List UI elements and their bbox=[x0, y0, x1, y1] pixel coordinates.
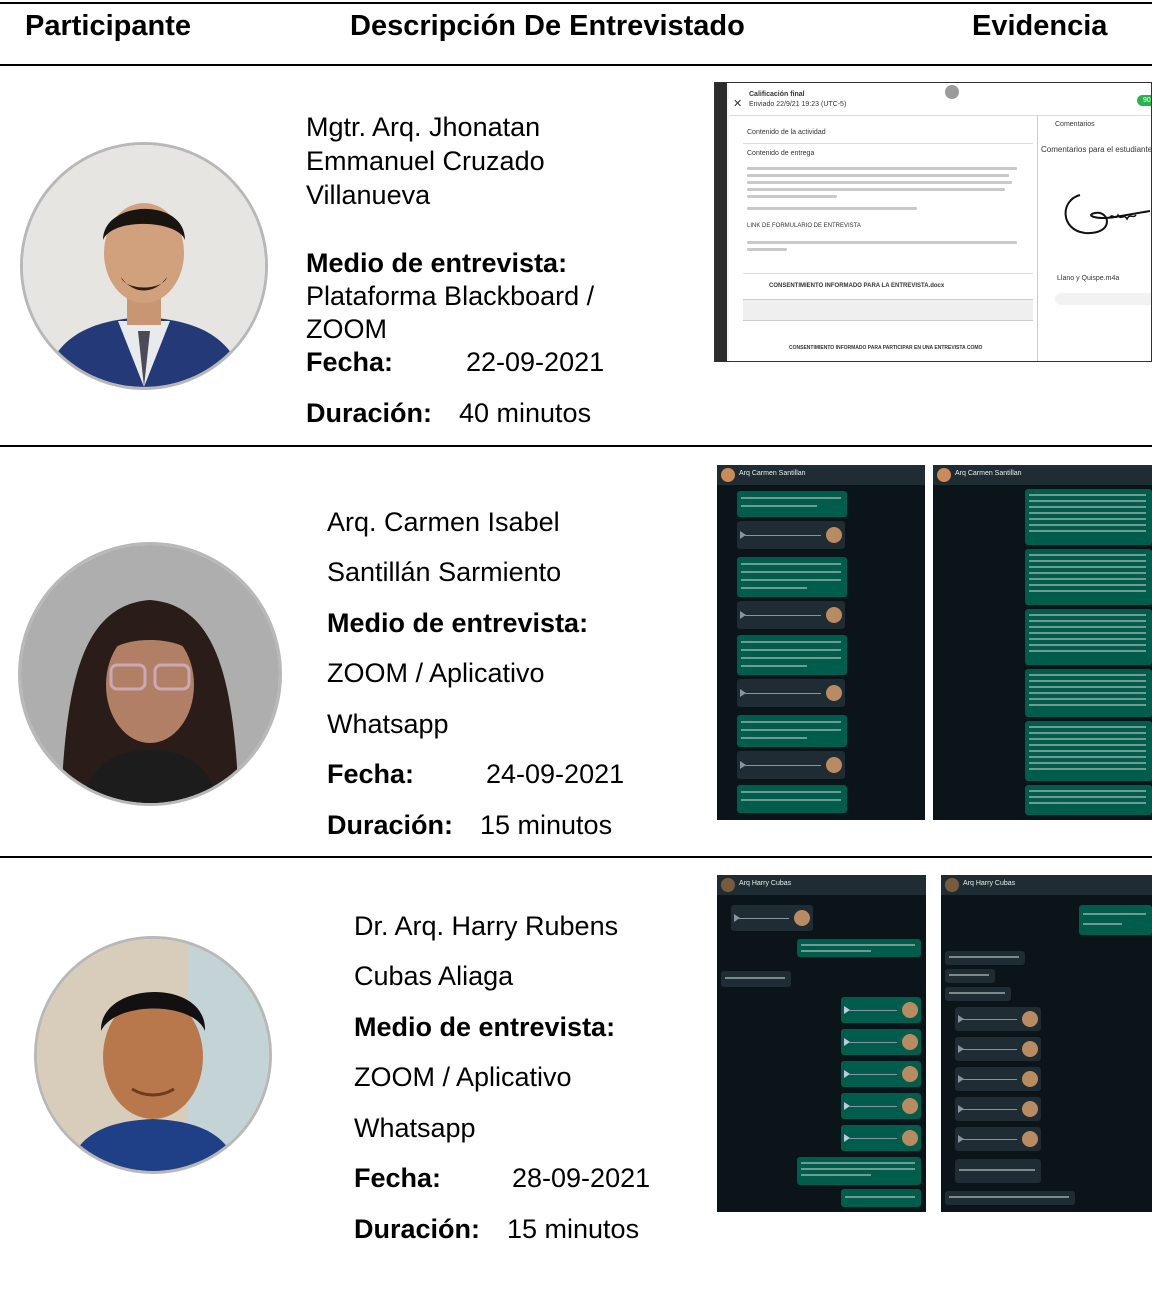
participant-name-line: Emmanuel Cruzado bbox=[306, 146, 545, 176]
fecha-value: 24-09-2021 bbox=[486, 759, 625, 789]
duracion-value: 40 minutos bbox=[459, 398, 592, 428]
blackboard-sidebar bbox=[715, 83, 727, 361]
header-top-rule bbox=[0, 2, 1152, 4]
medio-label: Medio de entrevista: bbox=[306, 248, 568, 278]
comments-title: Comentarios bbox=[1055, 121, 1095, 128]
fecha-label: Fecha: bbox=[306, 347, 394, 377]
medio-value-line: ZOOM / Aplicativo bbox=[327, 658, 545, 688]
participant-name-line: Arq. Carmen Isabel bbox=[327, 507, 560, 537]
fecha-value: 22-09-2021 bbox=[466, 347, 605, 377]
audio-file-name: Llano y Quispe.m4a bbox=[1057, 275, 1120, 282]
evidence-whatsapp-harry-2: Arq Harry Cubas bbox=[941, 875, 1152, 1212]
contact-avatar bbox=[937, 468, 951, 482]
evidence-whatsapp-carmen-2: Arq Carmen Santillan bbox=[933, 465, 1152, 820]
contact-name: Arq Carmen Santillan bbox=[739, 470, 806, 477]
duracion-label: Duración: bbox=[306, 398, 433, 428]
contact-name: Arq Harry Cubas bbox=[963, 880, 1016, 887]
fecha-label: Fecha: bbox=[327, 759, 415, 789]
form-link-label: LINK DE FORMULARIO DE ENTREVISTA bbox=[747, 223, 861, 229]
close-circle-icon bbox=[945, 85, 959, 99]
duracion-value: 15 minutos bbox=[480, 810, 613, 840]
evidence-whatsapp-carmen-1: Arq Carmen Santillan bbox=[717, 465, 925, 820]
header-participante: Participante bbox=[25, 10, 191, 42]
attachment-name: CONSENTIMIENTO INFORMADO PARA LA ENTREVI… bbox=[769, 283, 945, 289]
doc-toolbar bbox=[743, 299, 1033, 321]
contact-avatar bbox=[945, 878, 959, 892]
medio-value-line: ZOOM bbox=[306, 314, 387, 344]
row-divider-2 bbox=[0, 856, 1152, 858]
medio-label: Medio de entrevista: bbox=[327, 608, 589, 638]
medio-value-line: Whatsapp bbox=[327, 709, 449, 739]
medio-value-line: ZOOM / Aplicativo bbox=[354, 1062, 572, 1092]
doc-heading: CONSENTIMIENTO INFORMADO PARA PARTICIPAR… bbox=[789, 345, 983, 351]
participant-photo-3 bbox=[34, 936, 272, 1174]
row-divider-1 bbox=[0, 445, 1152, 447]
score-badge: 90/100 bbox=[1137, 95, 1151, 106]
section-delivery: Contenido de entrega bbox=[747, 150, 815, 157]
grade-title: Calificación final bbox=[749, 91, 805, 98]
participant-photo-2 bbox=[18, 542, 282, 806]
participant-name-line: Santillán Sarmiento bbox=[327, 557, 562, 587]
participant-name-line: Mgtr. Arq. Jhonatan bbox=[306, 112, 541, 142]
duracion-value: 15 minutos bbox=[507, 1214, 640, 1244]
participant-photo-1 bbox=[20, 142, 268, 390]
audio-player bbox=[1055, 293, 1151, 305]
header-descripcion: Descripción De Entrevistado bbox=[350, 10, 745, 42]
comments-subtitle: Comentarios para el estudiante bbox=[1041, 145, 1152, 154]
contact-avatar bbox=[721, 878, 735, 892]
participant-name-line: Villanueva bbox=[306, 180, 431, 210]
blackboard-panel: ✕ Calificación final Enviado 22/9/21 19:… bbox=[729, 83, 1151, 361]
contact-avatar bbox=[721, 468, 735, 482]
fecha-label: Fecha: bbox=[354, 1163, 442, 1193]
duracion-label: Duración: bbox=[327, 810, 454, 840]
participant-name-line: Cubas Aliaga bbox=[354, 961, 514, 991]
grade-sent-date: Enviado 22/9/21 19:23 (UTC-5) bbox=[749, 101, 847, 108]
fecha-value: 28-09-2021 bbox=[512, 1163, 651, 1193]
medio-label: Medio de entrevista: bbox=[354, 1012, 616, 1042]
section-activity: Contenido de la actividad bbox=[747, 129, 826, 136]
participant-name-line: Dr. Arq. Harry Rubens bbox=[354, 911, 619, 941]
medio-value-line: Whatsapp bbox=[354, 1113, 476, 1143]
medio-value-line: Plataforma Blackboard / bbox=[306, 281, 595, 311]
signature-image bbox=[1055, 175, 1151, 245]
header-bottom-rule bbox=[0, 64, 1152, 66]
evidence-blackboard-screenshot: ✕ Calificación final Enviado 22/9/21 19:… bbox=[714, 82, 1152, 362]
contact-name: Arq Harry Cubas bbox=[739, 880, 792, 887]
header-evidencia: Evidencia bbox=[972, 10, 1108, 42]
duracion-label: Duración: bbox=[354, 1214, 481, 1244]
close-icon: ✕ bbox=[733, 98, 743, 110]
evidence-whatsapp-harry-1: Arq Harry Cubas bbox=[717, 875, 926, 1212]
contact-name: Arq Carmen Santillan bbox=[955, 470, 1022, 477]
